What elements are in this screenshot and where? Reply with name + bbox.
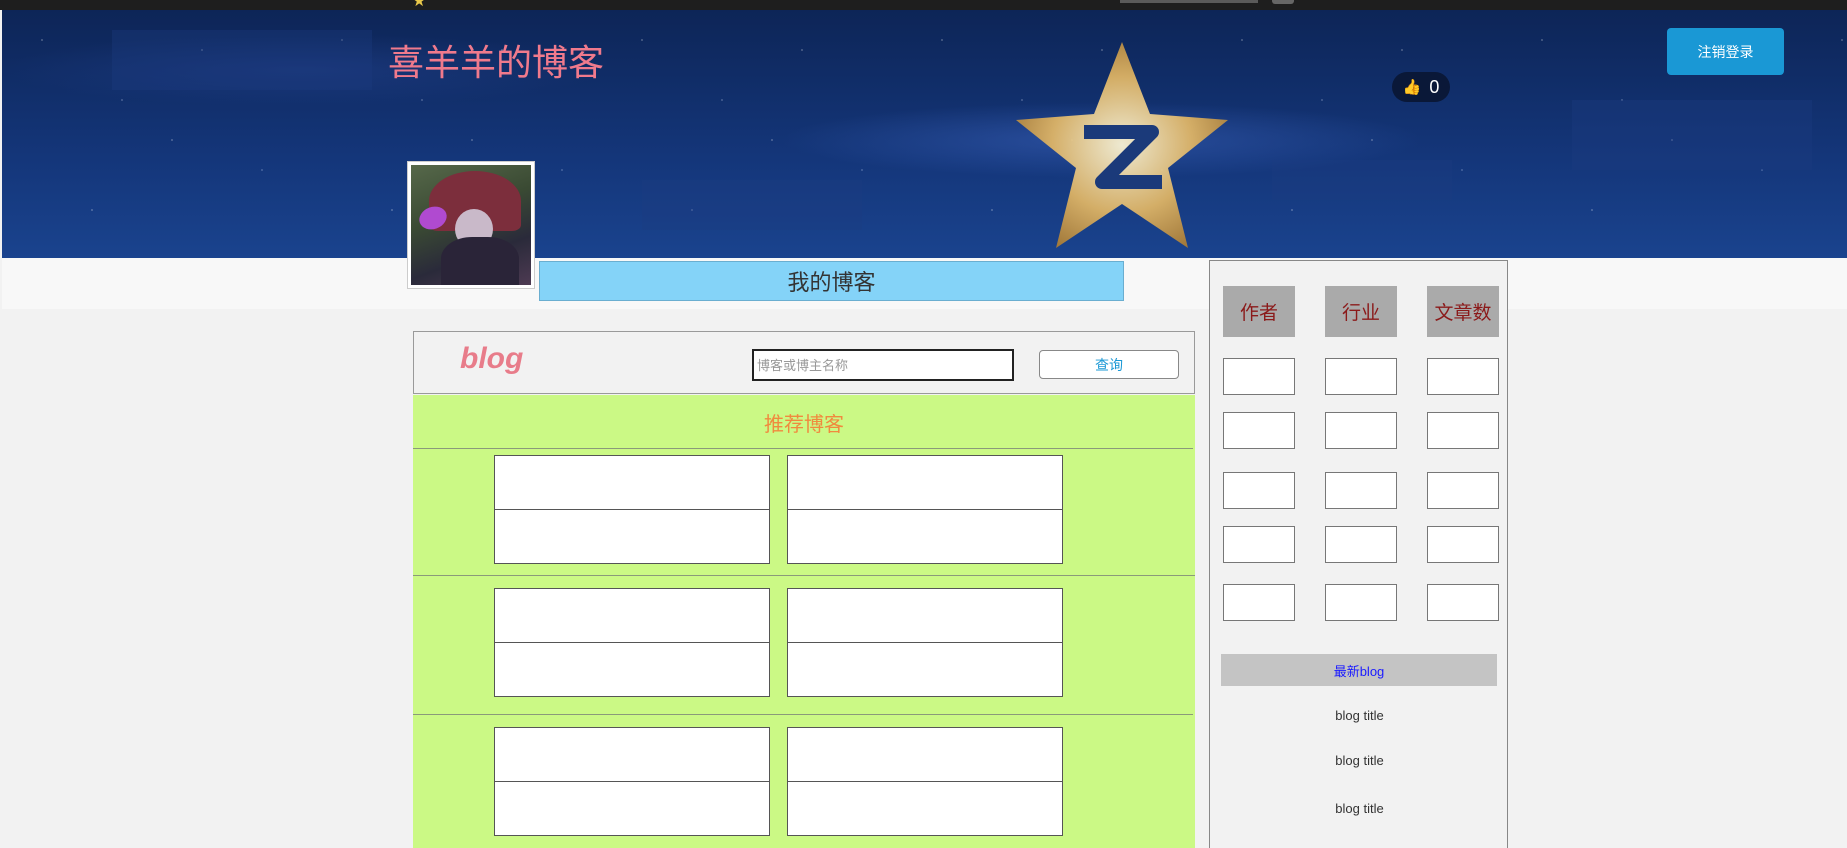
recommended-blog-card[interactable] — [494, 642, 770, 697]
banner-texture — [642, 180, 862, 230]
recommended-blog-card[interactable] — [494, 781, 770, 836]
site-title: 喜羊羊的博客 — [388, 43, 605, 84]
recommended-blog-card[interactable] — [494, 727, 770, 782]
search-bar: blog 查询 — [413, 331, 1195, 394]
banner-texture — [1572, 100, 1812, 170]
latest-blog-link[interactable]: blog title — [1210, 801, 1509, 816]
table-cell — [1325, 358, 1397, 395]
recommended-blog-card[interactable] — [494, 455, 770, 510]
like-button[interactable]: 👍 0 — [1392, 72, 1450, 102]
table-cell — [1325, 472, 1397, 509]
table-cell — [1427, 526, 1499, 563]
column-header-industry: 行业 — [1325, 286, 1397, 337]
table-cell — [1427, 584, 1499, 621]
recommended-blog-card[interactable] — [787, 642, 1063, 697]
latest-blog-header[interactable]: 最新blog — [1221, 654, 1497, 686]
recommended-blog-card[interactable] — [494, 588, 770, 643]
recommended-blog-card[interactable] — [787, 781, 1063, 836]
blog-logo: blog — [460, 342, 524, 375]
latest-blog-link[interactable]: blog title — [1210, 708, 1509, 723]
top-strip-bar — [1120, 0, 1258, 3]
thumbs-up-icon: 👍 — [1402, 79, 1422, 96]
search-input[interactable] — [752, 349, 1014, 381]
table-cell — [1223, 526, 1295, 563]
divider — [413, 448, 1193, 449]
header-banner: 喜羊羊的博客 👍 0 注销登录 — [2, 10, 1847, 258]
qzone-star-logo-icon — [1016, 42, 1228, 248]
table-cell — [1223, 472, 1295, 509]
recommended-blog-card[interactable] — [787, 588, 1063, 643]
query-button[interactable]: 查询 — [1039, 350, 1179, 379]
table-cell — [1223, 584, 1295, 621]
table-cell — [1325, 584, 1397, 621]
table-cell — [1427, 358, 1499, 395]
recommended-blogs: 推荐博客 — [413, 395, 1195, 848]
recommended-blog-card[interactable] — [494, 509, 770, 564]
author-sidebar: 作者 行业 文章数 最新blog blog title blog title b… — [1209, 260, 1508, 848]
recommended-blog-card[interactable] — [787, 727, 1063, 782]
table-cell — [1427, 412, 1499, 449]
table-cell — [1325, 412, 1397, 449]
divider — [413, 575, 1195, 576]
divider — [413, 714, 1193, 715]
column-header-author: 作者 — [1223, 286, 1295, 337]
table-cell — [1223, 412, 1295, 449]
table-cell — [1223, 358, 1295, 395]
banner-texture — [1272, 160, 1452, 200]
browser-top-strip: ★ — [0, 0, 1847, 10]
banner-texture — [112, 30, 372, 90]
table-cell — [1325, 526, 1397, 563]
latest-blog-link[interactable]: blog title — [1210, 753, 1509, 768]
star-icon: ★ — [412, 0, 427, 10]
like-count: 0 — [1429, 76, 1440, 97]
recommended-blog-card[interactable] — [787, 455, 1063, 510]
table-cell — [1427, 472, 1499, 509]
recommended-title: 推荐博客 — [764, 411, 844, 436]
avatar-cloak — [441, 237, 519, 285]
top-strip-marker — [1272, 0, 1294, 4]
tab-my-blog[interactable]: 我的博客 — [539, 261, 1124, 301]
avatar[interactable] — [408, 162, 534, 288]
logout-button[interactable]: 注销登录 — [1667, 28, 1784, 75]
column-header-article-count: 文章数 — [1427, 286, 1499, 337]
recommended-blog-card[interactable] — [787, 509, 1063, 564]
